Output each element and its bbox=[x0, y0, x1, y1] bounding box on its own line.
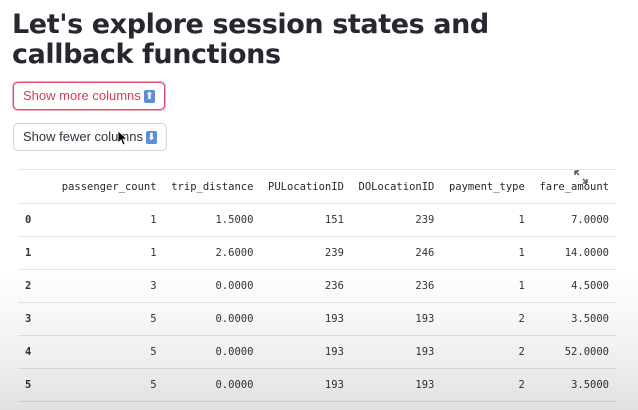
page-title: Let's explore session states and callbac… bbox=[12, 9, 489, 70]
table-cell[interactable]: 3.5000 bbox=[531, 368, 616, 402]
table-row: 0 1 1.5000 151 239 1 7.0000 bbox=[18, 203, 616, 237]
table-cell[interactable]: 5 bbox=[54, 302, 164, 336]
table-row: 3 5 0.0000 193 193 2 3.5000 bbox=[18, 302, 616, 336]
table-cell[interactable]: 246 bbox=[350, 236, 442, 270]
table-cell[interactable]: 151 bbox=[260, 203, 351, 237]
table-cell[interactable]: 14.0000 bbox=[531, 236, 616, 270]
table-cell[interactable]: 1 bbox=[54, 203, 164, 237]
table-cell[interactable]: 1 bbox=[441, 236, 532, 270]
row-index-cell[interactable]: 5 bbox=[18, 368, 54, 402]
table-cell[interactable]: 193 bbox=[260, 335, 351, 369]
table-cell[interactable]: 4.5000 bbox=[531, 269, 616, 303]
column-header[interactable]: trip_distance bbox=[163, 169, 261, 204]
table-cell[interactable]: 1 bbox=[441, 203, 532, 237]
table-cell[interactable]: 2 bbox=[441, 335, 532, 369]
down-arrow-emoji-icon: ⬇ bbox=[145, 130, 157, 144]
show-fewer-columns-button[interactable]: Show fewer columns ⬇ bbox=[13, 123, 167, 151]
row-index-cell[interactable]: 1 bbox=[18, 236, 54, 270]
table-cell[interactable]: 0.0000 bbox=[163, 335, 261, 369]
column-header[interactable]: payment_type bbox=[441, 169, 532, 204]
table-cell[interactable]: 1 bbox=[441, 269, 532, 303]
index-column-header[interactable] bbox=[18, 169, 54, 204]
table-cell[interactable]: 236 bbox=[260, 269, 351, 303]
table-cell[interactable]: 7.0000 bbox=[531, 203, 616, 237]
row-index-cell[interactable]: 2 bbox=[18, 269, 54, 303]
table-cell[interactable]: 5 bbox=[54, 368, 164, 402]
table-cell[interactable]: 1 bbox=[54, 236, 164, 270]
dataframe-table[interactable]: passenger_count trip_distance PULocationID… bbox=[18, 169, 616, 402]
table-cell[interactable]: 193 bbox=[350, 368, 442, 402]
row-index-cell[interactable]: 4 bbox=[18, 335, 54, 369]
table-cell[interactable]: 0.0000 bbox=[163, 269, 261, 303]
table-row: 5 5 0.0000 193 193 2 3.5000 bbox=[18, 368, 616, 402]
table-row: 1 1 2.6000 239 246 1 14.0000 bbox=[18, 236, 616, 270]
table-cell[interactable]: 0.0000 bbox=[163, 302, 261, 336]
up-arrow-emoji-icon: ⬆ bbox=[143, 89, 155, 103]
show-more-columns-label: Show more columns bbox=[23, 88, 141, 103]
table-body: 0 1 1.5000 151 239 1 7.0000 1 1 2.6000 239 246 1 14.0… bbox=[18, 203, 616, 402]
table-cell[interactable]: 0.0000 bbox=[163, 368, 261, 402]
table-row: 4 5 0.0000 193 193 2 52.0000 bbox=[18, 335, 616, 369]
table-cell[interactable]: 5 bbox=[54, 335, 164, 369]
table-cell[interactable]: 239 bbox=[350, 203, 442, 237]
table-cell[interactable]: 193 bbox=[260, 302, 351, 336]
table-cell[interactable]: 2 bbox=[441, 302, 532, 336]
table-cell[interactable]: 239 bbox=[260, 236, 351, 270]
table-cell[interactable]: 193 bbox=[260, 368, 351, 402]
table-cell[interactable]: 2 bbox=[441, 368, 532, 402]
column-header[interactable]: fare_amount bbox=[531, 169, 616, 204]
table-cell[interactable]: 3.5000 bbox=[531, 302, 616, 336]
row-index-cell[interactable]: 0 bbox=[18, 203, 54, 237]
column-header[interactable]: passenger_count bbox=[54, 169, 164, 204]
table-cell[interactable]: 236 bbox=[350, 269, 442, 303]
table-cell[interactable]: 3 bbox=[54, 269, 164, 303]
table-cell[interactable]: 52.0000 bbox=[531, 335, 616, 369]
table-cell[interactable]: 193 bbox=[350, 302, 442, 336]
table-cell[interactable]: 1.5000 bbox=[163, 203, 261, 237]
table-cell[interactable]: 193 bbox=[350, 335, 442, 369]
table-row: 2 3 0.0000 236 236 1 4.5000 bbox=[18, 269, 616, 303]
table-cell[interactable]: 2.6000 bbox=[163, 236, 261, 270]
column-header[interactable]: PULocationID bbox=[260, 169, 351, 204]
row-index-cell[interactable]: 3 bbox=[18, 302, 54, 336]
table-header-row: passenger_count trip_distance PULocationID… bbox=[18, 169, 616, 204]
column-header[interactable]: DOLocationID bbox=[350, 169, 442, 204]
show-more-columns-button[interactable]: Show more columns ⬆ bbox=[13, 82, 165, 110]
mouse-cursor-icon bbox=[117, 130, 127, 146]
